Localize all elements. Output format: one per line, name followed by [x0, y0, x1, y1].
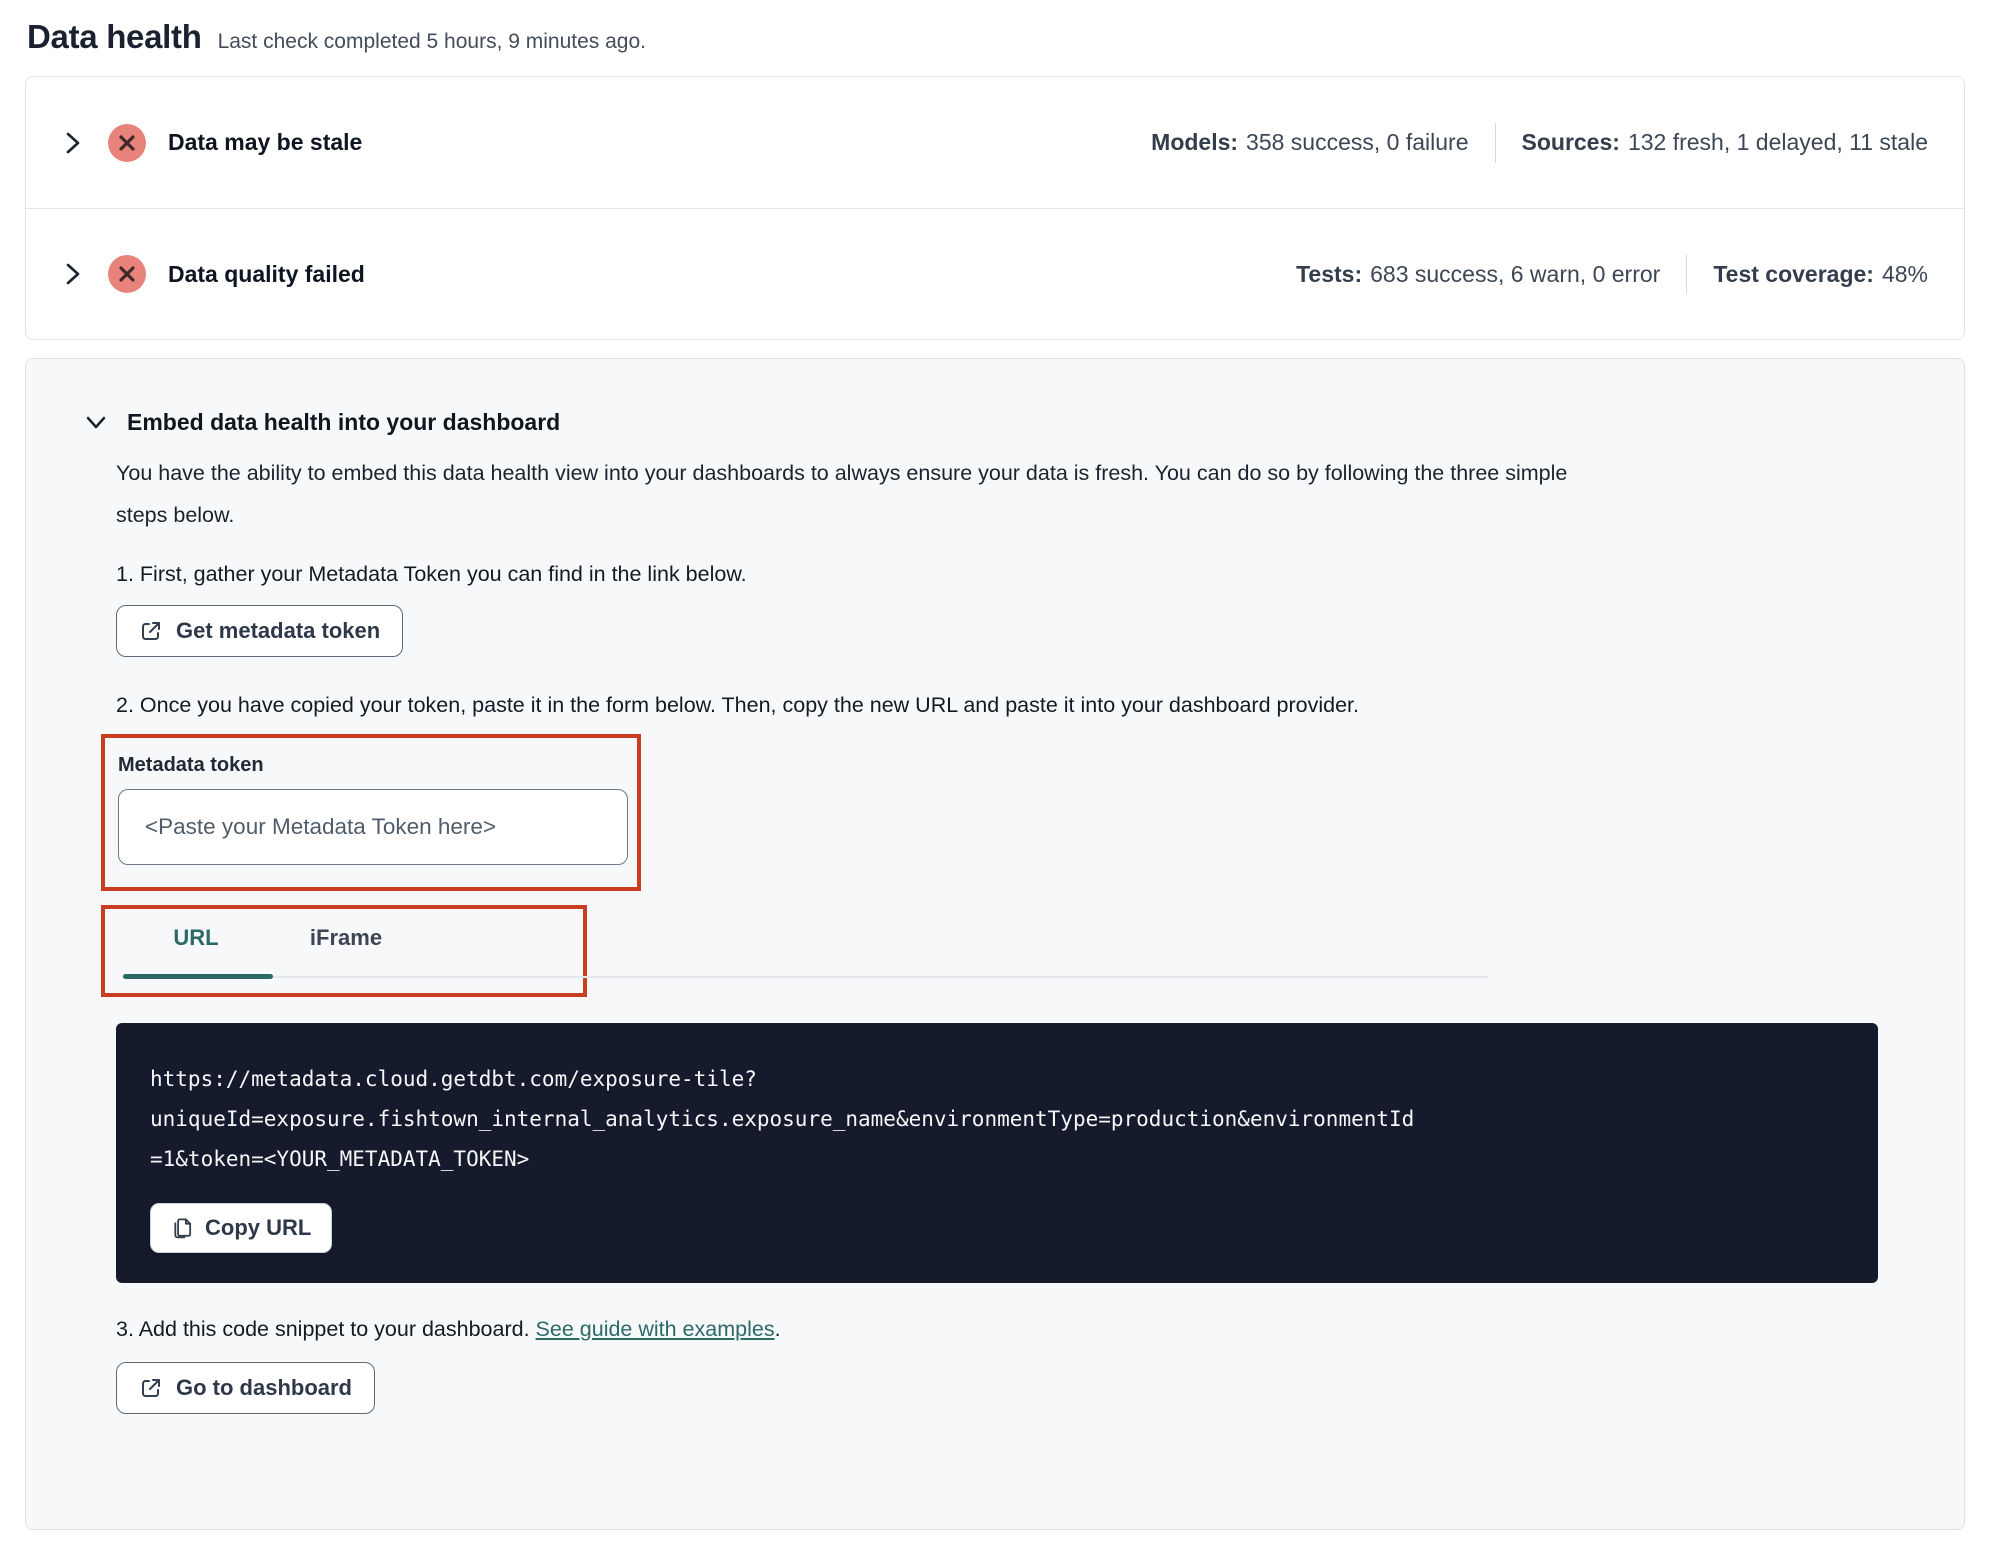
see-guide-link[interactable]: See guide with examples	[536, 1317, 775, 1341]
go-to-dashboard-label: Go to dashboard	[176, 1375, 352, 1400]
metadata-token-label: Metadata token	[118, 754, 264, 776]
chevron-right-icon[interactable]	[62, 130, 84, 156]
divider	[1686, 254, 1688, 294]
embed-url-line: uniqueId=exposure.fishtown_internal_anal…	[150, 1107, 1415, 1131]
models-stat-value: 358 success, 0 failure	[1246, 129, 1469, 155]
page-title: Data health	[27, 18, 202, 55]
step-1-text: 1. First, gather your Metadata Token you…	[116, 562, 747, 586]
divider	[1494, 122, 1496, 163]
embed-url-code-block: https://metadata.cloud.getdbt.com/exposu…	[116, 1023, 1878, 1283]
embed-section-title: Embed data health into your dashboard	[127, 409, 561, 435]
status-row-title: Data may be stale	[168, 129, 363, 155]
step-3-prefix: 3. Add this code snippet to your dashboa…	[116, 1317, 530, 1341]
embed-section: Embed data health into your dashboard Yo…	[25, 358, 1965, 1530]
status-row-title: Data quality failed	[168, 260, 365, 287]
external-link-icon	[139, 619, 163, 643]
copy-icon	[171, 1217, 194, 1240]
models-stat-label: Models:	[1151, 129, 1239, 155]
status-row-stats: Tests: 683 success, 6 warn, 0 error Test…	[1296, 254, 1928, 294]
embed-section-header[interactable]: Embed data health into your dashboard	[83, 409, 1904, 436]
coverage-stat-value: 48%	[1881, 260, 1928, 287]
embed-url-line: https://metadata.cloud.getdbt.com/exposu…	[150, 1067, 757, 1091]
last-check-status: Last check completed 5 hours, 9 minutes …	[217, 30, 646, 53]
step-2-text: 2. Once you have copied your token, past…	[116, 693, 1359, 717]
status-row-data-stale: Data may be stale Models: 358 success, 0…	[26, 77, 1964, 208]
step-3-text: 3. Add this code snippet to your dashboa…	[116, 1317, 1904, 1342]
tab-track-line	[123, 974, 1488, 979]
external-link-icon	[139, 1376, 163, 1400]
step-3-period: .	[774, 1317, 781, 1341]
embed-description: You have the ability to embed this data …	[116, 461, 1568, 527]
status-row-data-quality: Data quality failed Tests: 683 success, …	[26, 208, 1964, 339]
error-circle-x-icon	[108, 255, 146, 293]
annotation-box-tabs: URL iFrame	[101, 905, 1488, 997]
annotation-box-token-field: Metadata token	[101, 734, 641, 891]
error-circle-x-icon	[108, 123, 146, 162]
status-card: Data may be stale Models: 358 success, 0…	[25, 76, 1965, 340]
tab-iframe[interactable]: iFrame	[271, 925, 421, 951]
get-metadata-token-button[interactable]: Get metadata token	[116, 605, 404, 657]
copy-url-label: Copy URL	[205, 1215, 312, 1240]
metadata-token-input[interactable]	[118, 789, 628, 865]
chevron-right-icon[interactable]	[62, 261, 84, 287]
coverage-stat-label: Test coverage:	[1713, 260, 1874, 287]
embed-url-line: =1&token=<YOUR_METADATA_TOKEN>	[150, 1147, 530, 1171]
get-metadata-token-label: Get metadata token	[176, 618, 381, 643]
tests-stat-label: Tests:	[1296, 260, 1363, 287]
data-health-page: Data health Last check completed 5 hours…	[0, 0, 1990, 1530]
output-format-tabs: URL iFrame	[121, 925, 583, 951]
tab-url[interactable]: URL	[121, 925, 271, 951]
tests-stat-value: 683 success, 6 warn, 0 error	[1370, 260, 1661, 287]
status-row-stats: Models: 358 success, 0 failure Sources: …	[1151, 122, 1928, 163]
sources-stat-label: Sources:	[1521, 129, 1620, 155]
go-to-dashboard-button[interactable]: Go to dashboard	[116, 1362, 375, 1414]
copy-url-button[interactable]: Copy URL	[150, 1203, 333, 1253]
chevron-down-icon[interactable]	[83, 413, 109, 433]
active-tab-underline	[123, 974, 273, 979]
sources-stat-value: 132 fresh, 1 delayed, 11 stale	[1627, 129, 1928, 155]
page-header: Data health Last check completed 5 hours…	[27, 18, 1965, 56]
